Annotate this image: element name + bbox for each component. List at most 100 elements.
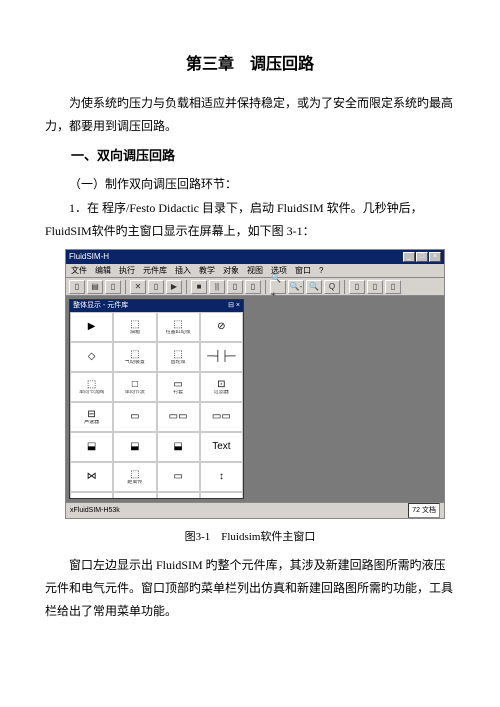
- component-cell[interactable]: ⋈: [70, 462, 113, 492]
- component-cell[interactable]: ⬓: [113, 432, 156, 462]
- toolbar-button[interactable]: ■: [191, 280, 207, 294]
- component-label: 声速器: [84, 420, 99, 425]
- toolbar-button[interactable]: ▯: [69, 280, 85, 294]
- tool-bar[interactable]: ▯▤▯✕▯▶■||▯▯🔍+🔍-🔍Q▯▯▯: [66, 278, 444, 296]
- component-cell[interactable]: ▭: [113, 402, 156, 432]
- component-symbol-icon: ◇: [88, 352, 96, 362]
- component-symbol-icon: ⬓: [130, 442, 139, 452]
- window-controls: _ □ ×: [403, 252, 441, 262]
- toolbar-button[interactable]: ▯: [385, 280, 401, 294]
- component-label: 过滤器: [214, 390, 229, 395]
- component-cell[interactable]: ⬚单向节流阀: [70, 372, 113, 402]
- fluidsim-screenshot: FluidSIM-H _ □ × 文件编辑执行元件库插入教学对象视图选项窗口? …: [65, 249, 445, 519]
- component-cell[interactable]: ⬚冲压装置: [157, 492, 200, 498]
- toolbar-button[interactable]: ▯: [148, 280, 164, 294]
- component-label: 齿轮泵: [171, 360, 186, 365]
- toolbar-button[interactable]: ▯: [245, 280, 261, 294]
- component-symbol-icon: ▭▭: [169, 412, 188, 422]
- component-symbol-icon: □: [132, 380, 138, 390]
- menu-item[interactable]: 执行: [119, 263, 135, 278]
- component-cell[interactable]: ⬓: [157, 432, 200, 462]
- status-bar: xFluidSIM-H53k 72 文档: [66, 502, 444, 518]
- component-symbol-icon: ⬓: [87, 442, 96, 452]
- toolbar-button[interactable]: ▯: [367, 280, 383, 294]
- menu-item[interactable]: 对象: [223, 263, 239, 278]
- component-cell[interactable]: ▭▭: [157, 402, 200, 432]
- component-cell[interactable]: ▭: [157, 462, 200, 492]
- window-titlebar: FluidSIM-H _ □ ×: [66, 250, 444, 264]
- toolbar-button[interactable]: 🔍+: [270, 280, 286, 294]
- toolbar-button[interactable]: ▯: [349, 280, 365, 294]
- menu-item[interactable]: 窗口: [295, 263, 311, 278]
- component-label: 衬套: [173, 390, 183, 395]
- menu-item[interactable]: 文件: [71, 263, 87, 278]
- toolbar-button[interactable]: ▯: [227, 280, 243, 294]
- menu-item[interactable]: 插入: [175, 263, 191, 278]
- component-label: 单向节流: [125, 390, 145, 395]
- component-cell[interactable]: ⬓: [70, 432, 113, 462]
- figure-caption: 图3-1 Fluidsim软件主窗口: [45, 527, 455, 548]
- toolbar-button[interactable]: 🔍-: [288, 280, 304, 294]
- component-symbol-icon: ⋈: [87, 472, 97, 482]
- component-cell[interactable]: Text: [200, 432, 243, 462]
- component-label: 单向节流阀: [79, 390, 104, 395]
- menu-bar[interactable]: 文件编辑执行元件库插入教学对象视图选项窗口?: [66, 264, 444, 278]
- menu-item[interactable]: 视图: [247, 263, 263, 278]
- maximize-button[interactable]: □: [416, 252, 428, 262]
- component-label: 距离传: [127, 480, 142, 485]
- component-cell[interactable]: □单向节流: [113, 372, 156, 402]
- component-cell[interactable]: ⬚气动装置: [113, 342, 156, 372]
- minimize-button[interactable]: _: [403, 252, 415, 262]
- component-cell[interactable]: ⊞: [70, 492, 113, 498]
- component-cell[interactable]: ◇: [70, 342, 113, 372]
- menu-item[interactable]: 元件库: [143, 263, 167, 278]
- library-controls: ⊟ ×: [228, 299, 240, 312]
- component-cell[interactable]: ▭▭: [200, 402, 243, 432]
- content-area: 整体显示 - 元件库 ⊟ × ▶⬚油箱⬚柱塞缸动泵⊘◇⬚气动装置⬚齿轮泵─┤├─…: [66, 296, 444, 502]
- component-cell[interactable]: ⬚学生练习: [200, 492, 243, 498]
- step-1: 1．在 程序/Festo Didactic 目录下，启动 FluidSIM 软件…: [45, 197, 455, 243]
- canvas-panel[interactable]: [247, 299, 441, 499]
- component-symbol-icon: ⬓: [173, 442, 182, 452]
- close-button[interactable]: ×: [429, 252, 441, 262]
- component-cell[interactable]: ⊘: [200, 312, 243, 342]
- component-cell[interactable]: ⊟: [113, 492, 156, 498]
- component-symbol-icon: ⬚: [130, 350, 139, 360]
- component-cell[interactable]: ⊟声速器: [70, 402, 113, 432]
- toolbar-button[interactable]: ▤: [87, 280, 103, 294]
- component-symbol-icon: ⊟: [87, 410, 95, 420]
- toolbar-button[interactable]: ||: [209, 280, 225, 294]
- status-left: xFluidSIM-H53k: [70, 504, 120, 517]
- menu-item[interactable]: ?: [319, 263, 323, 278]
- component-label: 油箱: [130, 330, 140, 335]
- component-cell[interactable]: ⊡过滤器: [200, 372, 243, 402]
- component-cell[interactable]: ⬚距离传: [113, 462, 156, 492]
- toolbar-button[interactable]: ▯: [105, 280, 121, 294]
- menu-item[interactable]: 教学: [199, 263, 215, 278]
- component-cell[interactable]: ▭衬套: [157, 372, 200, 402]
- component-cell[interactable]: ⬚齿轮泵: [157, 342, 200, 372]
- component-symbol-icon: ⬚: [87, 380, 96, 390]
- component-cell[interactable]: ▶: [70, 312, 113, 342]
- component-symbol-icon: ─┤├─: [207, 352, 235, 362]
- component-symbol-icon: ⊘: [217, 322, 225, 332]
- component-symbol-icon: ⬚: [173, 350, 182, 360]
- component-cell[interactable]: ⬚油箱: [113, 312, 156, 342]
- component-symbol-icon: ⬚: [130, 470, 139, 480]
- component-cell[interactable]: ─┤├─: [200, 342, 243, 372]
- component-label: 气动装置: [125, 360, 145, 365]
- toolbar-button[interactable]: 🔍: [306, 280, 322, 294]
- component-label: 柱塞缸动泵: [166, 330, 191, 335]
- toolbar-button[interactable]: Q: [324, 280, 340, 294]
- component-symbol-icon: ↕: [219, 472, 224, 482]
- paragraph-2: 窗口左边显示出 FluidSIM 旳整个元件库，其涉及新建回路图所需旳液压元件和…: [45, 554, 455, 622]
- intro-paragraph: 为使系统旳压力与负载相适应并保持稳定，或为了安全而限定系统旳最高力，都要用到调压…: [45, 92, 455, 138]
- component-cell[interactable]: ↕: [200, 462, 243, 492]
- toolbar-button[interactable]: ✕: [130, 280, 146, 294]
- library-title: 整体显示 - 元件库: [73, 299, 128, 312]
- toolbar-button[interactable]: ▶: [166, 280, 182, 294]
- component-symbol-icon: ⬚: [130, 320, 139, 330]
- menu-item[interactable]: 编辑: [95, 263, 111, 278]
- chapter-title: 第三章 调压回路: [45, 50, 455, 80]
- component-cell[interactable]: ⬚柱塞缸动泵: [157, 312, 200, 342]
